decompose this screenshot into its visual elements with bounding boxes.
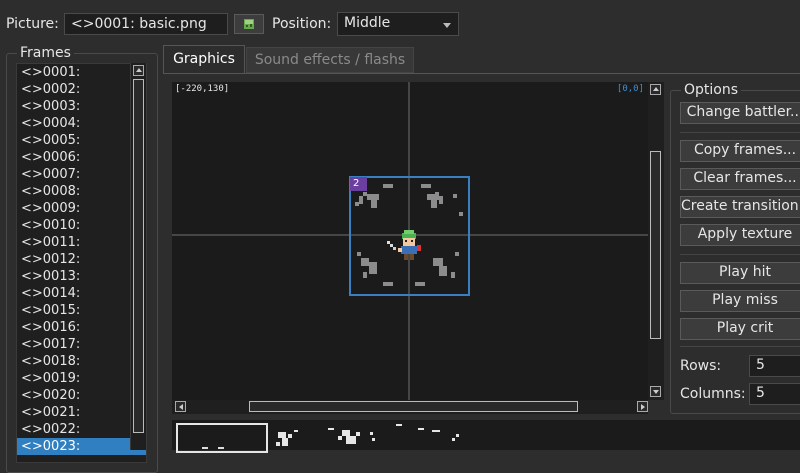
list-item[interactable]: <>0018:: [17, 353, 146, 370]
scroll-up-button[interactable]: [133, 65, 144, 76]
list-item[interactable]: <>0007:: [17, 166, 146, 183]
canvas-hscroll-thumb[interactable]: [249, 401, 578, 412]
position-select[interactable]: Middle: [337, 12, 459, 36]
change-battler-button[interactable]: Change battler...: [680, 102, 800, 124]
canvas-vscrollbar[interactable]: [648, 82, 664, 400]
canvas-scroll-right-button[interactable]: [637, 401, 648, 412]
tab-sound-effects[interactable]: Sound effects / flashs: [246, 47, 414, 73]
columns-spinbox[interactable]: 5: [749, 383, 800, 405]
list-item[interactable]: <>0020:: [17, 387, 146, 404]
position-label: Position:: [272, 16, 332, 32]
list-item[interactable]: <>0013:: [17, 268, 146, 285]
arrow-down-icon: [653, 390, 659, 394]
apply-texture-button[interactable]: Apply texture: [680, 224, 800, 246]
frame-strip[interactable]: [172, 420, 800, 453]
create-transition-button[interactable]: Create transition...: [680, 196, 800, 218]
animation-canvas[interactable]: [-220,130] [0,0] 2: [172, 82, 648, 400]
play-miss-button[interactable]: Play miss: [680, 290, 800, 312]
canvas-scroll-left-button[interactable]: [175, 401, 186, 412]
picture-label: Picture:: [6, 16, 59, 32]
rows-label: Rows:: [680, 358, 722, 374]
arrow-up-icon: [136, 68, 142, 72]
list-item[interactable]: <>0012:: [17, 251, 146, 268]
options-separator-3: [680, 346, 800, 347]
list-item[interactable]: <>0005:: [17, 132, 146, 149]
frame-strip-selected-cell[interactable]: [176, 423, 268, 453]
frames-scrollbar[interactable]: [130, 63, 146, 450]
copy-frames-button[interactable]: Copy frames...: [680, 140, 800, 162]
frame-thumbnail: [202, 447, 224, 449]
canvas-scroll-up-button[interactable]: [650, 84, 661, 95]
list-item[interactable]: <>0022:: [17, 421, 146, 438]
list-item[interactable]: <>0003:: [17, 98, 146, 115]
browse-picture-button[interactable]: [234, 14, 264, 34]
frames-group-title: Frames: [17, 45, 74, 61]
list-item[interactable]: <>0002:: [17, 81, 146, 98]
options-separator-2: [680, 254, 800, 255]
list-item[interactable]: <>0009:: [17, 200, 146, 217]
canvas-hscrollbar[interactable]: [172, 400, 648, 414]
list-item[interactable]: <>0016:: [17, 319, 146, 336]
cell-number-badge: 2: [353, 178, 360, 189]
list-item[interactable]: <>0014:: [17, 285, 146, 302]
arrow-right-icon: [641, 404, 645, 410]
canvas-coord-origin: [0,0]: [616, 84, 644, 94]
position-select-value: Middle: [344, 15, 391, 31]
canvas-scroll-down-button[interactable]: [650, 386, 661, 397]
frames-scroll-thumb[interactable]: [133, 79, 144, 433]
list-item[interactable]: <>0017:: [17, 336, 146, 353]
frame-strip-thumbnails: [276, 424, 459, 446]
play-crit-button[interactable]: Play crit: [680, 318, 800, 340]
list-item[interactable]: <>0023:: [17, 438, 146, 455]
frames-list[interactable]: <>0001: <>0002: <>0003: <>0004: <>0005: <>000…: [16, 63, 147, 463]
picture-field[interactable]: <>0001: basic.png: [64, 13, 228, 35]
arrow-up-icon: [653, 87, 659, 91]
list-item[interactable]: <>0011:: [17, 234, 146, 251]
tab-graphics[interactable]: Graphics: [163, 45, 245, 73]
list-item[interactable]: <>0021:: [17, 404, 146, 421]
options-group-title: Options: [681, 82, 742, 98]
arrow-left-icon: [179, 404, 183, 410]
columns-label: Columns:: [680, 386, 746, 402]
list-item[interactable]: <>0015:: [17, 302, 146, 319]
canvas-drawing: [172, 82, 648, 400]
list-item[interactable]: <>0004:: [17, 115, 146, 132]
options-separator-1: [680, 132, 800, 133]
tab-panel-border: [163, 73, 800, 74]
rows-spinbox[interactable]: 5: [749, 355, 800, 377]
list-item[interactable]: <>0008:: [17, 183, 146, 200]
list-item[interactable]: <>0006:: [17, 149, 146, 166]
list-item[interactable]: <>0010:: [17, 217, 146, 234]
play-hit-button[interactable]: Play hit: [680, 262, 800, 284]
list-item[interactable]: <>0019:: [17, 370, 146, 387]
image-icon: [244, 19, 254, 29]
canvas-coord-topleft: [-220,130]: [175, 84, 230, 94]
list-item[interactable]: <>0001:: [17, 64, 146, 81]
chevron-down-icon: [443, 23, 451, 28]
canvas-vscroll-thumb[interactable]: [650, 151, 661, 339]
clear-frames-button[interactable]: Clear frames...: [680, 168, 800, 190]
